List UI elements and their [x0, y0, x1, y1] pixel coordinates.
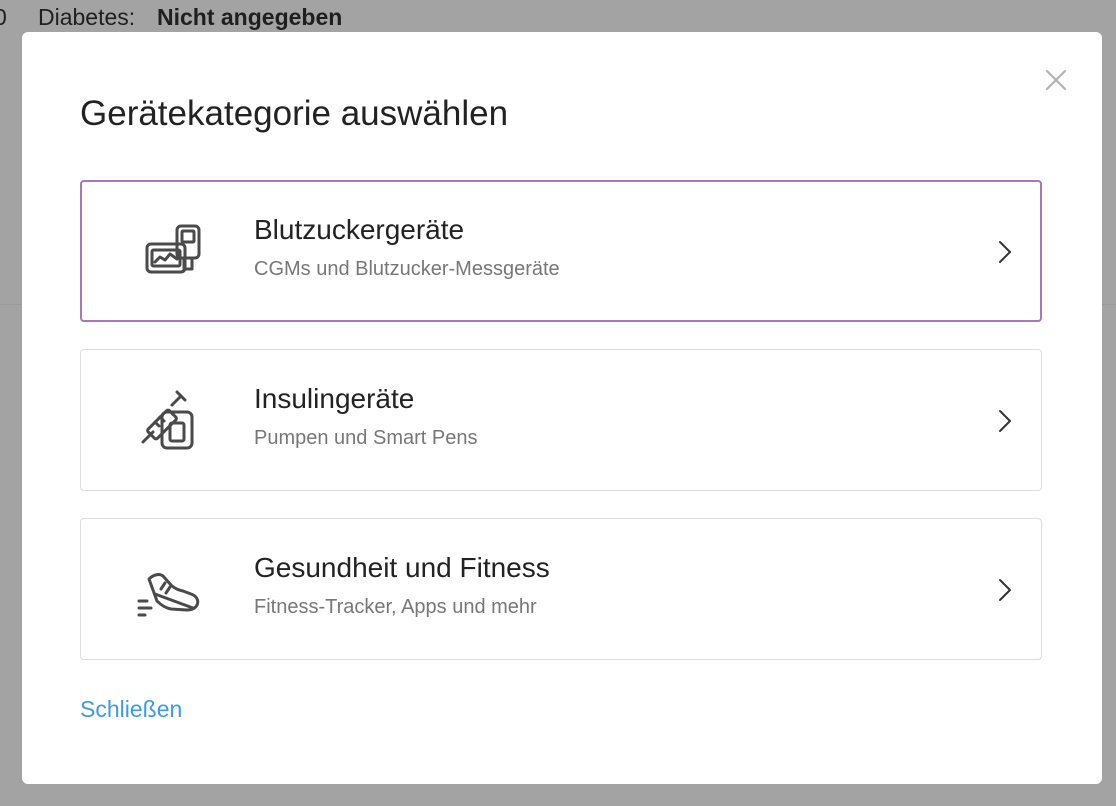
category-subtitle: CGMs und Blutzucker-Messgeräte — [254, 258, 560, 280]
diabetes-value: Nicht angegeben — [157, 4, 343, 30]
insulin-syringe-icon — [141, 390, 194, 450]
running-shoe-icon — [137, 573, 200, 617]
category-title: Insulingeräte — [254, 383, 415, 414]
background-truncated-text: 0 — [0, 4, 7, 30]
dialog-title: Gerätekategorie auswählen — [80, 94, 509, 133]
chevron-right-icon — [999, 241, 1011, 263]
category-title: Gesundheit und Fitness — [254, 552, 550, 583]
close-link[interactable]: Schließen — [80, 696, 182, 723]
close-icon[interactable] — [1043, 67, 1069, 93]
background-patient-info: 0 Diabetes: Nicht angegeben — [0, 4, 1116, 34]
category-subtitle: Fitness-Tracker, Apps und mehr — [254, 596, 537, 618]
glucose-meter-icon — [145, 224, 201, 274]
category-title: Blutzuckergeräte — [254, 214, 465, 245]
diabetes-label: Diabetes: — [38, 4, 136, 30]
category-subtitle: Pumpen und Smart Pens — [254, 427, 478, 449]
device-category-dialog: Gerätekategorie auswählen Blutzuckergerä… — [22, 32, 1102, 784]
category-card-glucose-devices[interactable]: Blutzuckergeräte CGMs und Blutzucker-Mes… — [80, 180, 1042, 322]
category-card-insulin-devices[interactable]: Insulingeräte Pumpen und Smart Pens — [80, 349, 1042, 491]
chevron-right-icon — [999, 579, 1011, 601]
chevron-right-icon — [999, 410, 1011, 432]
category-card-health-fitness[interactable]: Gesundheit und Fitness Fitness-Tracker, … — [80, 518, 1042, 660]
